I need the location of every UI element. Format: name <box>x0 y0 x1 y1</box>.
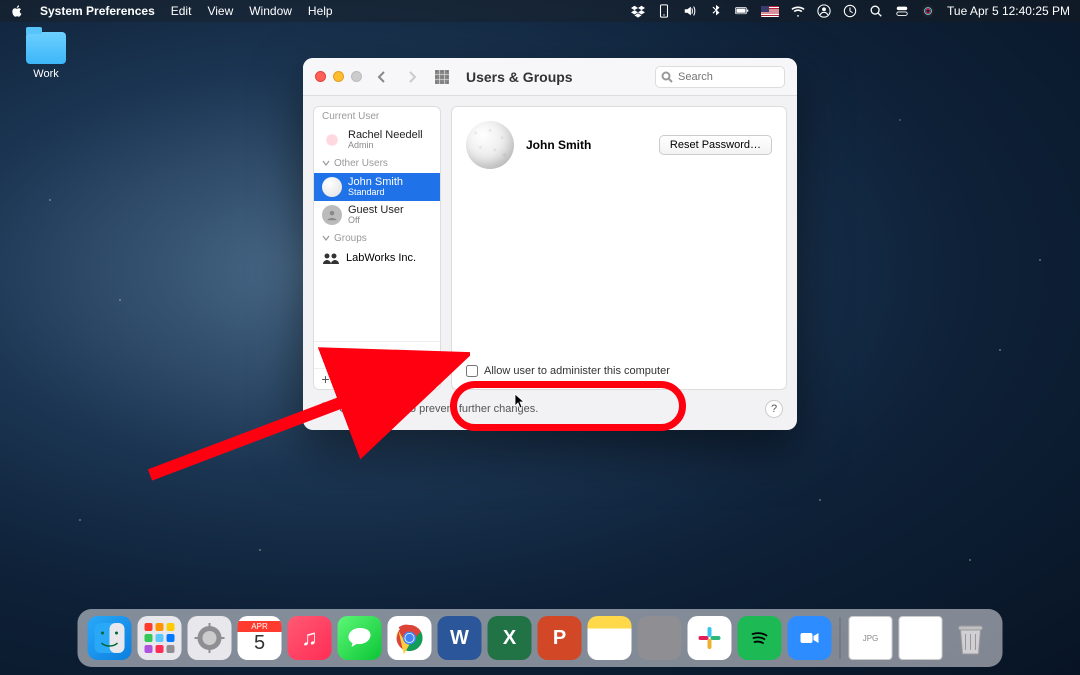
desktop-folder-label: Work <box>18 68 74 80</box>
dock-app-chrome[interactable] <box>388 616 432 660</box>
search-icon <box>661 70 673 82</box>
apple-menu-icon[interactable] <box>10 4 24 18</box>
calendar-month: APR <box>238 621 282 632</box>
user-detail-pane: John Smith Reset Password… Allow user to… <box>451 106 787 390</box>
zoom-button[interactable] <box>351 71 362 82</box>
window-titlebar: Users & Groups <box>303 58 797 96</box>
window-title: Users & Groups <box>466 69 573 85</box>
wifi-icon[interactable] <box>791 4 805 18</box>
folder-icon <box>26 32 66 64</box>
dock-app-launchpad[interactable] <box>138 616 182 660</box>
battery-icon[interactable] <box>735 4 749 18</box>
dock-item-document-1[interactable]: JPG <box>849 616 893 660</box>
user-role-label: Admin <box>348 141 423 151</box>
users-sidebar: Current User Rachel NeedellAdmin Other U… <box>313 106 441 390</box>
menu-bar: System Preferences Edit View Window Help… <box>0 0 1080 22</box>
dock-app-notes[interactable] <box>588 616 632 660</box>
dock-item-document-2[interactable] <box>899 616 943 660</box>
remove-user-button[interactable]: − <box>338 369 362 389</box>
dock-separator <box>840 617 841 659</box>
user-icon[interactable] <box>817 4 831 18</box>
sidebar-item-guest-user[interactable]: Guest UserOff <box>314 201 440 229</box>
clock-history-icon[interactable] <box>843 4 857 18</box>
dock-app-word[interactable]: W <box>438 616 482 660</box>
section-groups[interactable]: Groups <box>314 229 440 248</box>
dock-app-zoom[interactable] <box>788 616 832 660</box>
volume-icon[interactable] <box>683 4 697 18</box>
menubar-clock[interactable]: Tue Apr 5 12:40:25 PM <box>947 4 1070 18</box>
search-input[interactable] <box>655 66 785 88</box>
dock-app-system-preferences[interactable] <box>188 616 232 660</box>
spotlight-icon[interactable] <box>869 4 883 18</box>
dock-app-excel[interactable]: X <box>488 616 532 660</box>
dock-app-powerpoint[interactable]: P <box>538 616 582 660</box>
dock-app-finder[interactable] <box>88 616 132 660</box>
menu-view[interactable]: View <box>207 4 233 18</box>
traffic-lights <box>315 71 362 82</box>
sidebar-item-group-labworks[interactable]: LabWorks Inc. <box>314 248 440 268</box>
calendar-day: 5 <box>254 632 265 655</box>
admin-checkbox-label: Allow user to administer this computer <box>484 365 670 377</box>
app-name[interactable]: System Preferences <box>40 4 155 18</box>
help-button[interactable]: ? <box>765 400 783 418</box>
reset-password-button[interactable]: Reset Password… <box>659 135 772 155</box>
dock-app-calendar[interactable]: APR5 <box>238 616 282 660</box>
dock: APR5 ♫ W X P JPG <box>78 609 1003 667</box>
siri-icon[interactable] <box>921 4 935 18</box>
nav-forward-button[interactable] <box>402 67 422 87</box>
dock-app-messages[interactable] <box>338 616 382 660</box>
show-all-button[interactable] <box>432 67 452 87</box>
dock-app-generic[interactable] <box>638 616 682 660</box>
section-other-users[interactable]: Other Users <box>314 154 440 173</box>
unlocked-padlock-icon[interactable] <box>317 401 331 418</box>
sidebar-item-john-smith[interactable]: John SmithStandard <box>314 173 440 201</box>
menu-help[interactable]: Help <box>308 4 333 18</box>
preferences-window: Users & Groups Current User Rachel Neede… <box>303 58 797 430</box>
admin-checkbox[interactable] <box>466 365 478 377</box>
minimize-button[interactable] <box>333 71 344 82</box>
bluetooth-icon[interactable] <box>709 4 723 18</box>
dock-app-music[interactable]: ♫ <box>288 616 332 660</box>
user-avatar-golfball[interactable] <box>466 121 514 169</box>
section-current-user: Current User <box>314 107 440 126</box>
login-options-button[interactable]: Login Options <box>314 341 440 368</box>
group-name-label: LabWorks Inc. <box>346 252 416 264</box>
login-options-label: Login Options <box>342 349 410 361</box>
dock-app-slack[interactable] <box>688 616 732 660</box>
selected-user-name: John Smith <box>526 138 591 152</box>
home-icon <box>322 348 336 362</box>
dock-app-spotify[interactable] <box>738 616 782 660</box>
control-center-icon[interactable] <box>895 4 909 18</box>
lock-hint-text: Click the lock to prevent further change… <box>339 403 538 415</box>
nav-back-button[interactable] <box>372 67 392 87</box>
menu-window[interactable]: Window <box>249 4 292 18</box>
user-role-label: Standard <box>348 188 403 198</box>
sidebar-item-current-user[interactable]: Rachel NeedellAdmin <box>314 126 440 154</box>
avatar-icon <box>322 177 342 197</box>
menu-edit[interactable]: Edit <box>171 4 192 18</box>
avatar-icon <box>322 205 342 225</box>
add-user-button[interactable]: + <box>314 369 338 389</box>
dock-trash[interactable] <box>949 616 993 660</box>
close-button[interactable] <box>315 71 326 82</box>
search-field-wrap <box>655 66 785 88</box>
avatar-icon <box>322 130 342 150</box>
lock-row: Click the lock to prevent further change… <box>303 390 797 430</box>
desktop-folder-work[interactable]: Work <box>18 32 74 80</box>
input-source-flag-icon[interactable] <box>761 6 779 17</box>
group-icon <box>322 252 340 264</box>
user-role-label: Off <box>348 216 404 226</box>
dropbox-icon[interactable] <box>631 4 645 18</box>
device-icon[interactable] <box>657 4 671 18</box>
